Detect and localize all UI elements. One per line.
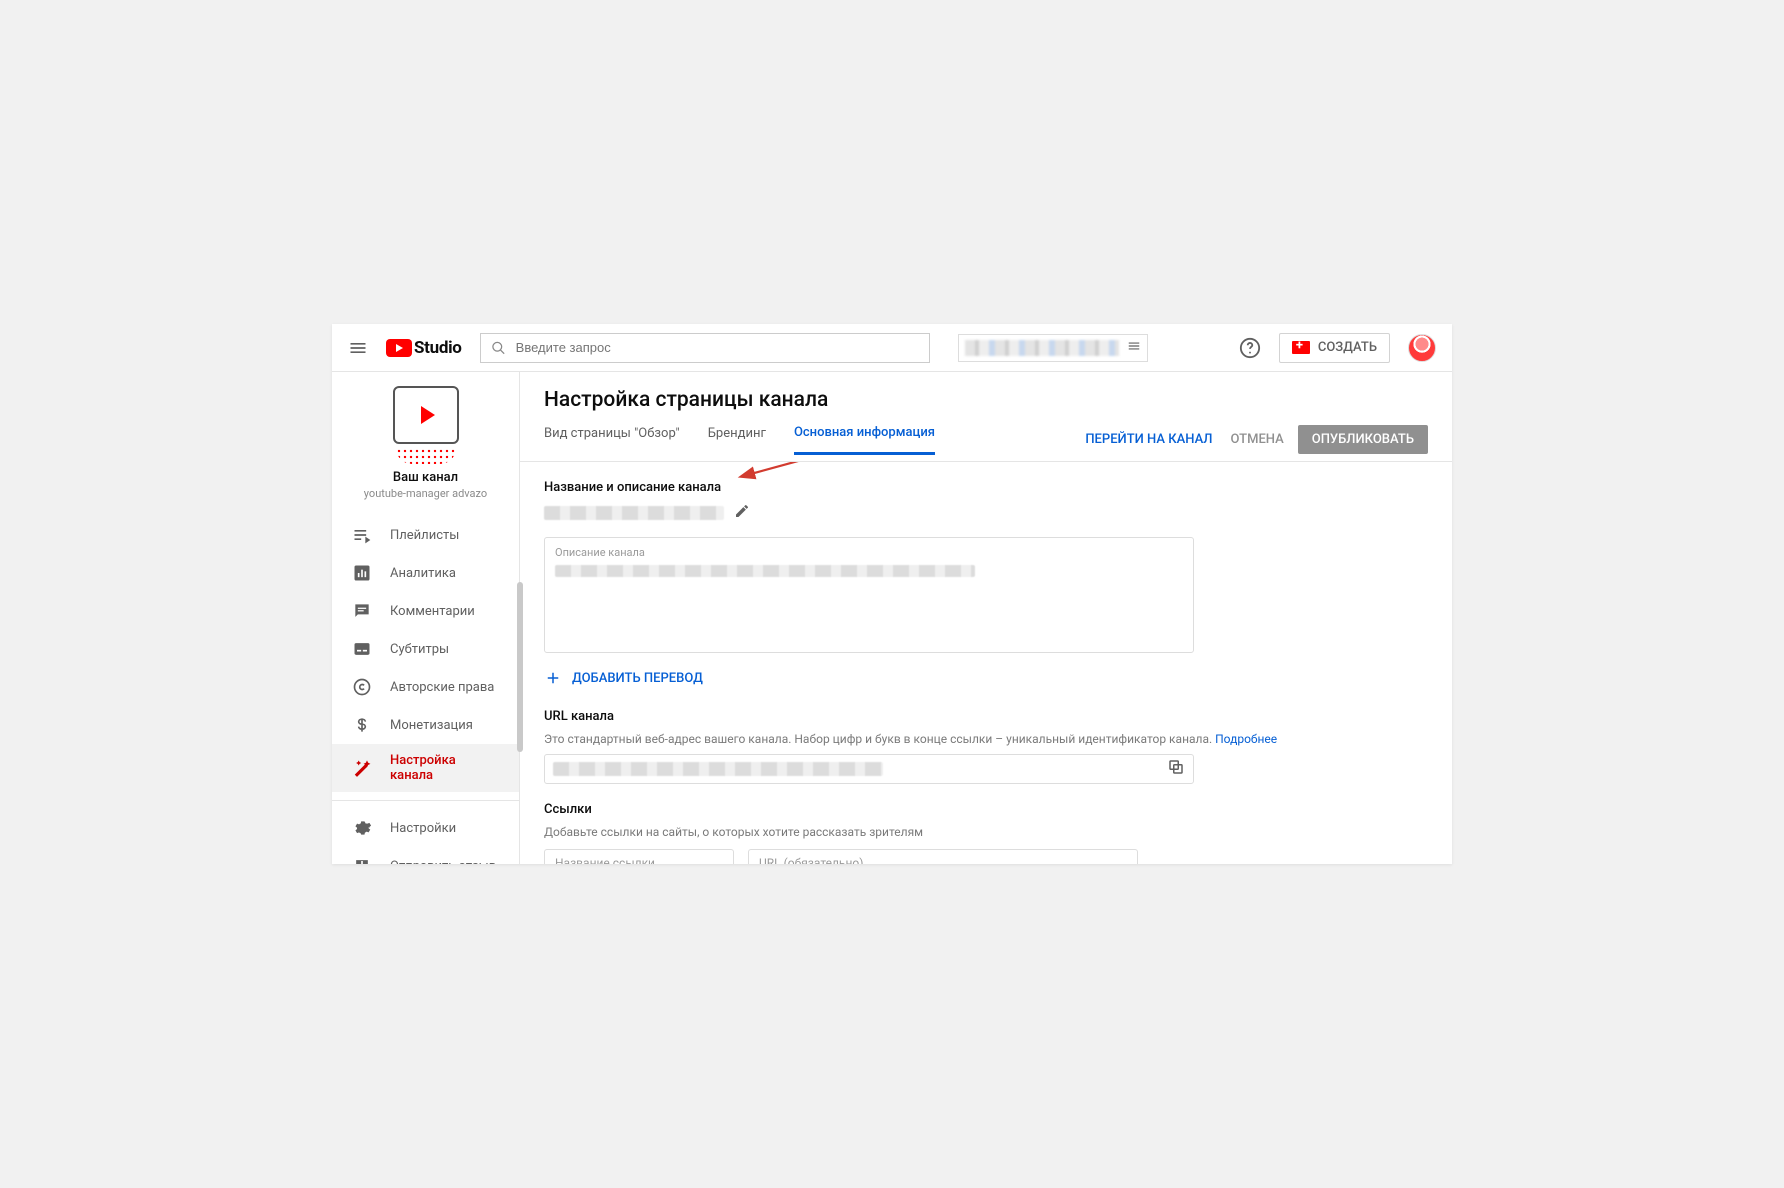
description-label: Описание канала bbox=[555, 546, 1183, 559]
channel-name-redacted bbox=[544, 506, 724, 520]
tab-layout[interactable]: Вид страницы "Обзор" bbox=[544, 426, 680, 453]
url-learn-more-link[interactable]: Подробнее bbox=[1215, 732, 1277, 746]
edit-name-icon[interactable] bbox=[734, 503, 750, 523]
sidebar-item-feedback[interactable]: Отправить отзыв bbox=[332, 847, 519, 864]
cancel-button[interactable]: ОТМЕНА bbox=[1231, 432, 1284, 447]
magic-wand-icon bbox=[352, 758, 372, 778]
description-input[interactable]: Описание канала bbox=[544, 537, 1194, 653]
account-avatar[interactable] bbox=[1408, 334, 1436, 362]
youtube-play-icon bbox=[386, 339, 412, 357]
create-camera-icon bbox=[1292, 341, 1310, 354]
tab-branding[interactable]: Брендинг bbox=[708, 426, 766, 453]
url-section-title: URL канала bbox=[544, 709, 1428, 724]
create-button[interactable]: СОЗДАТЬ bbox=[1279, 333, 1390, 363]
sidebar-item-copyright[interactable]: Авторские права bbox=[332, 668, 519, 706]
redacted-text bbox=[965, 340, 1119, 356]
copy-url-icon[interactable] bbox=[1167, 758, 1185, 780]
publish-button[interactable]: ОПУБЛИКОВАТЬ bbox=[1298, 425, 1428, 454]
dollar-icon bbox=[352, 715, 372, 735]
create-label: СОЗДАТЬ bbox=[1318, 340, 1377, 355]
copyright-icon bbox=[352, 677, 372, 697]
url-hint: Это стандартный веб-адрес вашего канала.… bbox=[544, 732, 1428, 746]
playlist-icon bbox=[352, 525, 372, 545]
account-chip[interactable] bbox=[958, 334, 1148, 362]
page-title: Настройка страницы канала bbox=[544, 388, 1428, 412]
sidebar-item-subtitles[interactable]: Субтитры bbox=[332, 630, 519, 668]
plus-icon bbox=[544, 669, 562, 687]
gear-icon bbox=[352, 818, 372, 838]
tab-basic-info[interactable]: Основная информация bbox=[794, 425, 935, 455]
name-section-title: Название и описание канала bbox=[544, 480, 1428, 495]
subtitles-icon bbox=[352, 639, 372, 659]
hamburger-small-icon bbox=[1127, 338, 1141, 357]
channel-url-field[interactable] bbox=[544, 754, 1194, 784]
topbar: Studio СОЗДАТЬ bbox=[332, 324, 1452, 372]
search-input[interactable] bbox=[480, 333, 930, 363]
channel-card[interactable]: Ваш канал youtube-manager advazo bbox=[332, 372, 519, 510]
sidebar-item-monetization[interactable]: Монетизация bbox=[332, 706, 519, 744]
sidebar-item-customization[interactable]: Настройка канала bbox=[332, 744, 519, 792]
feedback-icon bbox=[352, 856, 372, 864]
url-redacted bbox=[553, 762, 883, 776]
sidebar-item-analytics[interactable]: Аналитика bbox=[332, 554, 519, 592]
search-field[interactable] bbox=[516, 340, 919, 355]
help-icon[interactable] bbox=[1239, 337, 1261, 359]
add-translation-button[interactable]: ДОБАВИТЬ ПЕРЕВОД bbox=[544, 669, 1428, 687]
sidebar-item-settings[interactable]: Настройки bbox=[332, 809, 519, 847]
analytics-icon bbox=[352, 563, 372, 583]
menu-icon[interactable] bbox=[348, 338, 368, 358]
tab-row: Вид страницы "Обзор" Брендинг Основная и… bbox=[520, 418, 1452, 462]
sidebar-item-comments[interactable]: Комментарии bbox=[332, 592, 519, 630]
description-redacted bbox=[555, 565, 975, 577]
main-content: Настройка страницы канала Вид страницы "… bbox=[520, 372, 1452, 864]
sidebar-nav: Плейлисты Аналитика Комментарии Субтитры… bbox=[332, 516, 519, 864]
sidebar-item-playlists[interactable]: Плейлисты bbox=[332, 516, 519, 554]
logo-text: Studio bbox=[414, 338, 462, 358]
links-section-title: Ссылки bbox=[544, 802, 1428, 817]
view-channel-link[interactable]: ПЕРЕЙТИ НА КАНАЛ bbox=[1085, 432, 1212, 447]
link-name-input[interactable]: Название ссылки (обязательно) bbox=[544, 849, 734, 864]
link-url-input[interactable]: URL (обязательно) bbox=[748, 849, 1138, 864]
channel-avatar-icon bbox=[393, 386, 459, 444]
comments-icon bbox=[352, 601, 372, 621]
app-window: Studio СОЗДАТЬ Ваш кан bbox=[332, 324, 1452, 864]
links-hint: Добавьте ссылки на сайты, о которых хоти… bbox=[544, 825, 1428, 839]
sidebar: Ваш канал youtube-manager advazo Плейлис… bbox=[332, 372, 520, 864]
search-icon bbox=[491, 340, 506, 356]
studio-logo[interactable]: Studio bbox=[386, 338, 462, 358]
channel-title: Ваш канал bbox=[332, 470, 519, 485]
channel-subtitle: youtube-manager advazo bbox=[332, 487, 519, 500]
channel-name-row bbox=[544, 503, 1428, 523]
